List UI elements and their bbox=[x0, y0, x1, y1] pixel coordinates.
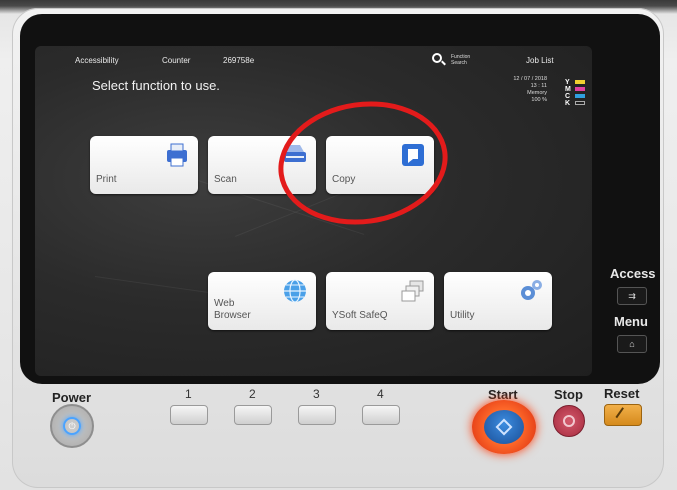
accessibility-button[interactable]: Accessibility bbox=[75, 56, 119, 65]
toner-cyan: C bbox=[565, 93, 589, 100]
menu-button[interactable]: ⌂ bbox=[617, 335, 647, 353]
stop-label: Stop bbox=[554, 387, 583, 402]
reset-icon bbox=[615, 407, 631, 423]
start-core bbox=[484, 410, 524, 444]
access-button[interactable]: ⇉ bbox=[617, 287, 647, 305]
function-search-button[interactable]: Function Search bbox=[451, 54, 483, 66]
toner-magenta: M bbox=[565, 86, 589, 93]
utility-label: Utility bbox=[450, 310, 475, 321]
key-4-label: 4 bbox=[377, 387, 384, 401]
register-key-2[interactable] bbox=[234, 405, 272, 425]
toner-yellow: Y bbox=[565, 79, 589, 86]
memory-value: 100 % bbox=[531, 97, 547, 103]
register-key-3[interactable] bbox=[298, 405, 336, 425]
date-text: 12 / 07 / 2018 bbox=[513, 76, 547, 82]
start-diamond-icon bbox=[495, 418, 513, 436]
utility-tile[interactable]: Utility bbox=[444, 272, 552, 330]
status-readout: 12 / 07 / 2018 13 : 11 Memory 100 % bbox=[475, 76, 547, 104]
reset-button[interactable] bbox=[604, 404, 642, 426]
top-bar: Accessibility Counter 269758e Function S… bbox=[35, 46, 592, 74]
key-3-label: 3 bbox=[313, 387, 320, 401]
job-list-button[interactable]: Job List bbox=[526, 56, 554, 65]
documents-icon bbox=[401, 280, 424, 302]
printer-icon bbox=[167, 143, 187, 167]
search-icon[interactable] bbox=[432, 53, 442, 63]
power-icon: ⏻ bbox=[63, 417, 81, 435]
time-text: 13 : 11 bbox=[530, 83, 547, 89]
register-key-1[interactable] bbox=[170, 405, 208, 425]
globe-icon bbox=[284, 279, 306, 303]
touch-screen: Accessibility Counter 269758e Function S… bbox=[35, 46, 592, 376]
start-button[interactable] bbox=[472, 400, 536, 454]
stop-button[interactable] bbox=[553, 405, 585, 437]
power-button[interactable]: ⏻ bbox=[50, 404, 94, 448]
register-key-4[interactable] bbox=[362, 405, 400, 425]
menu-label: Menu bbox=[614, 314, 648, 329]
toner-levels: Y M C K bbox=[565, 79, 589, 107]
counter-value: 269758e bbox=[223, 56, 255, 65]
web-browser-label: Web Browser bbox=[214, 298, 251, 321]
print-label: Print bbox=[96, 174, 117, 185]
stop-icon bbox=[563, 415, 575, 427]
toner-black: K bbox=[565, 100, 589, 107]
ysoft-safeq-label: YSoft SafeQ bbox=[332, 310, 388, 321]
scan-label: Scan bbox=[214, 174, 237, 185]
key-1-label: 1 bbox=[185, 387, 192, 401]
access-label: Access bbox=[610, 266, 656, 281]
key-2-label: 2 bbox=[249, 387, 256, 401]
print-tile[interactable]: Print bbox=[90, 136, 198, 194]
ysoft-safeq-tile[interactable]: YSoft SafeQ bbox=[326, 272, 434, 330]
reset-label: Reset bbox=[604, 386, 640, 401]
power-label: Power bbox=[52, 390, 92, 405]
gears-icon bbox=[521, 280, 542, 300]
memory-label: Memory bbox=[527, 90, 547, 96]
printer-device: Accessibility Counter 269758e Function S… bbox=[0, 0, 677, 490]
page-title: Select function to use. bbox=[92, 78, 220, 93]
counter-button[interactable]: Counter bbox=[162, 56, 190, 65]
web-browser-tile[interactable]: Web Browser bbox=[208, 272, 316, 330]
